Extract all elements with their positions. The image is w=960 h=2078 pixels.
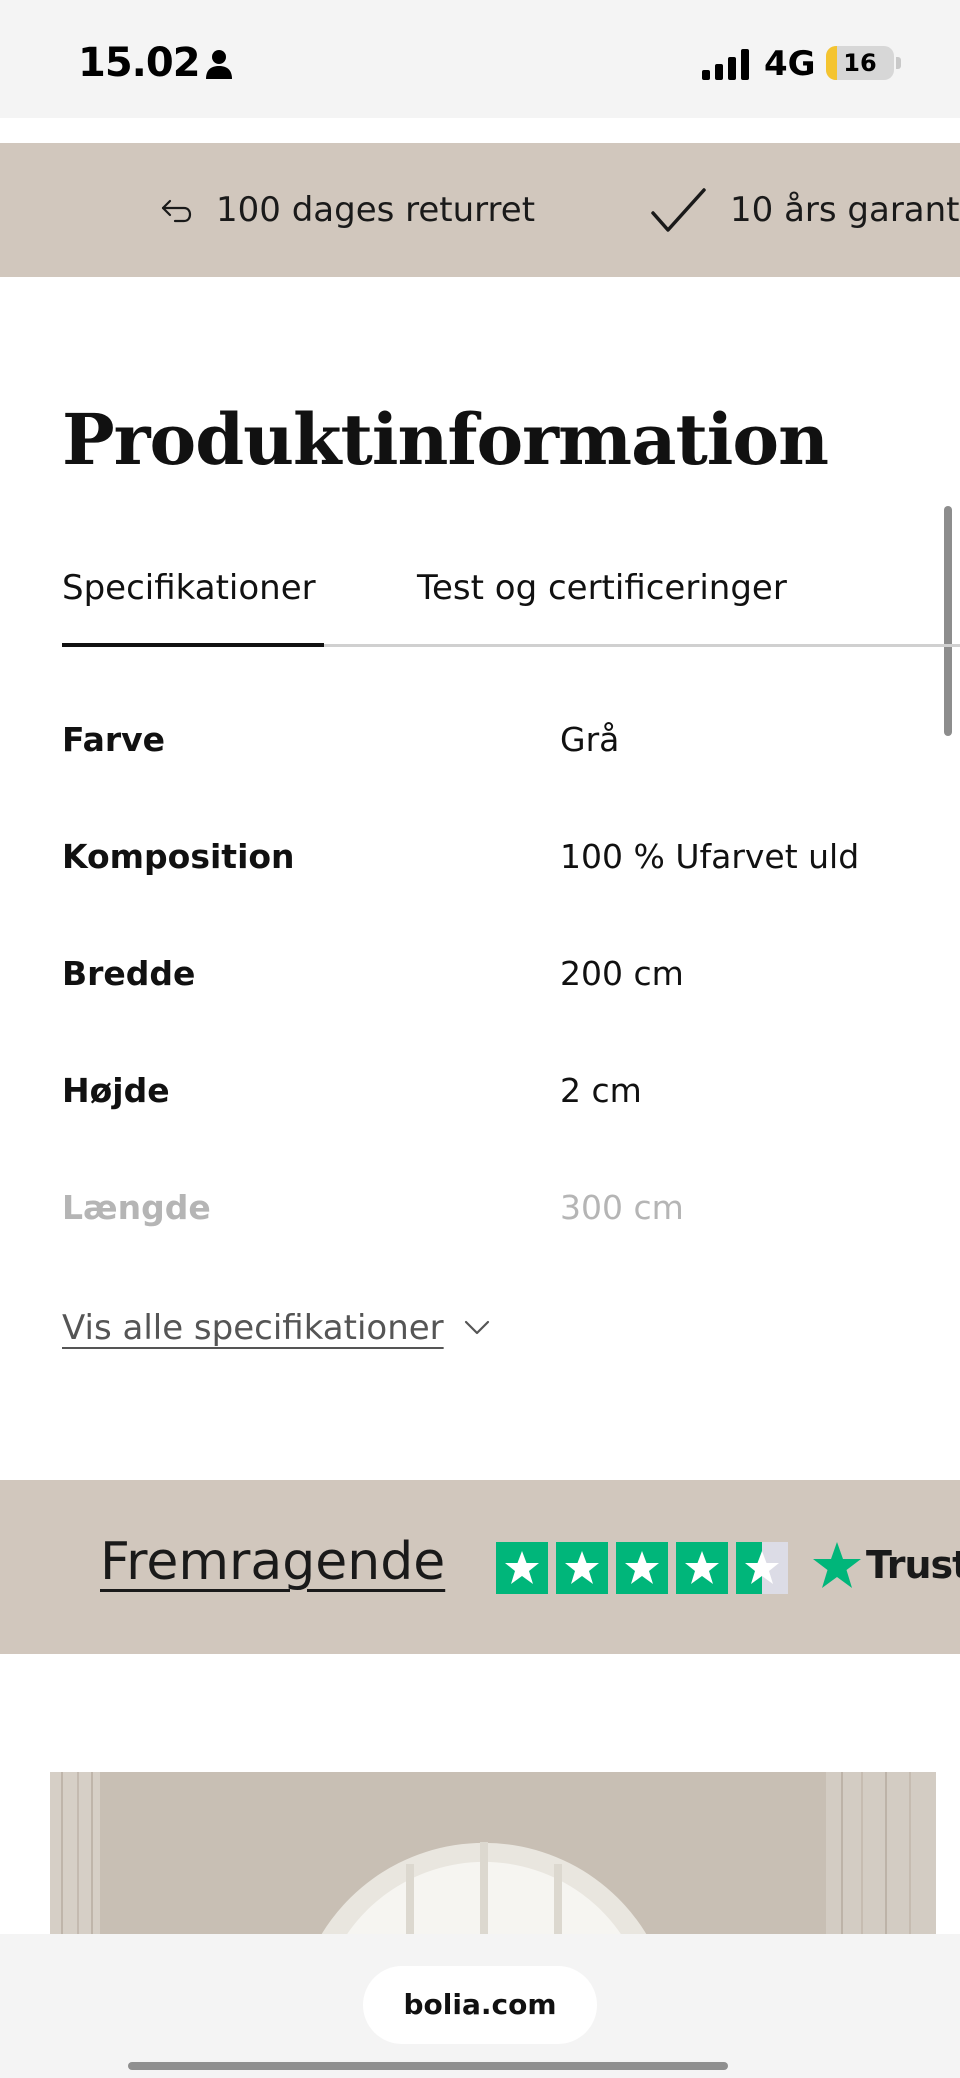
home-indicator[interactable] (128, 2062, 728, 2070)
person-icon (206, 50, 232, 79)
trustpilot-star-icon (813, 1542, 861, 1588)
trust-star (736, 1542, 788, 1594)
spec-row: Længde 300 cm (62, 1178, 942, 1238)
tab-specifications[interactable]: Specifikationer (62, 568, 316, 608)
star-icon (745, 1551, 779, 1584)
active-tab-underline (62, 643, 324, 647)
return-arrow-icon (161, 199, 192, 223)
trust-star (496, 1542, 548, 1594)
usp-item-warranty: 10 års garanti (650, 143, 960, 277)
trustpilot-wordmark: Trustpilot (866, 1543, 960, 1587)
spec-key: Højde (62, 1071, 170, 1110)
tab-tests-certifications[interactable]: Test og certificeringer (417, 568, 787, 608)
spec-value: Grå (560, 720, 620, 759)
spec-row: Farve Grå (62, 710, 942, 770)
network-type: 4G (764, 44, 816, 84)
show-all-specs-label[interactable]: Vis alle specifikationer (62, 1308, 444, 1348)
star-rating (496, 1542, 788, 1594)
star-icon (685, 1551, 719, 1584)
trust-star (556, 1542, 608, 1594)
star-icon (565, 1551, 599, 1584)
trust-star (616, 1542, 668, 1594)
spec-value: 300 cm (560, 1188, 684, 1227)
chevron-down-icon[interactable] (464, 1320, 490, 1336)
star-icon (625, 1551, 659, 1584)
spec-row: Komposition 100 % Ufarvet uld (62, 827, 942, 887)
spec-key: Længde (62, 1188, 211, 1227)
url-bar[interactable]: bolia.com (363, 1966, 597, 2044)
show-all-specs-link[interactable]: Vis alle specifikationer (62, 1308, 490, 1348)
battery-icon: 16 (826, 46, 894, 80)
spec-key: Komposition (62, 837, 295, 876)
usp-item-returns: 100 dages returret (160, 143, 535, 277)
usp-returns-label: 100 dages returret (216, 190, 536, 230)
battery-level: 16 (843, 49, 877, 77)
spec-value: 100 % Ufarvet uld (560, 837, 860, 876)
battery-tip (896, 57, 901, 69)
spec-row: Højde 2 cm (62, 1061, 942, 1121)
spec-row: Bredde 200 cm (62, 944, 942, 1004)
spec-tabs: Specifikationer Test og certificeringer (62, 560, 960, 648)
status-bar: 15.02 4G 16 (0, 0, 960, 118)
spec-key: Bredde (62, 954, 196, 993)
spec-value: 2 cm (560, 1071, 642, 1110)
browser-bar: bolia.com (0, 1934, 960, 2078)
trustpilot-logo: Trustpilot (812, 1540, 960, 1590)
trust-rating-label[interactable]: Fremragende (100, 1532, 445, 1592)
star-icon (505, 1551, 539, 1584)
section-title: Produktinformation (62, 398, 829, 481)
signal-strength-icon (702, 49, 749, 80)
trust-star (676, 1542, 728, 1594)
checkmark-icon (651, 188, 706, 232)
status-time: 15.02 (78, 40, 201, 86)
usp-warranty-label: 10 års garanti (730, 190, 960, 230)
trustpilot-banner[interactable]: Fremragende Trustpilot (0, 1480, 960, 1654)
usp-banner: 100 dages returret 10 års garanti (0, 143, 960, 277)
spec-key: Farve (62, 720, 166, 759)
spec-value: 200 cm (560, 954, 684, 993)
